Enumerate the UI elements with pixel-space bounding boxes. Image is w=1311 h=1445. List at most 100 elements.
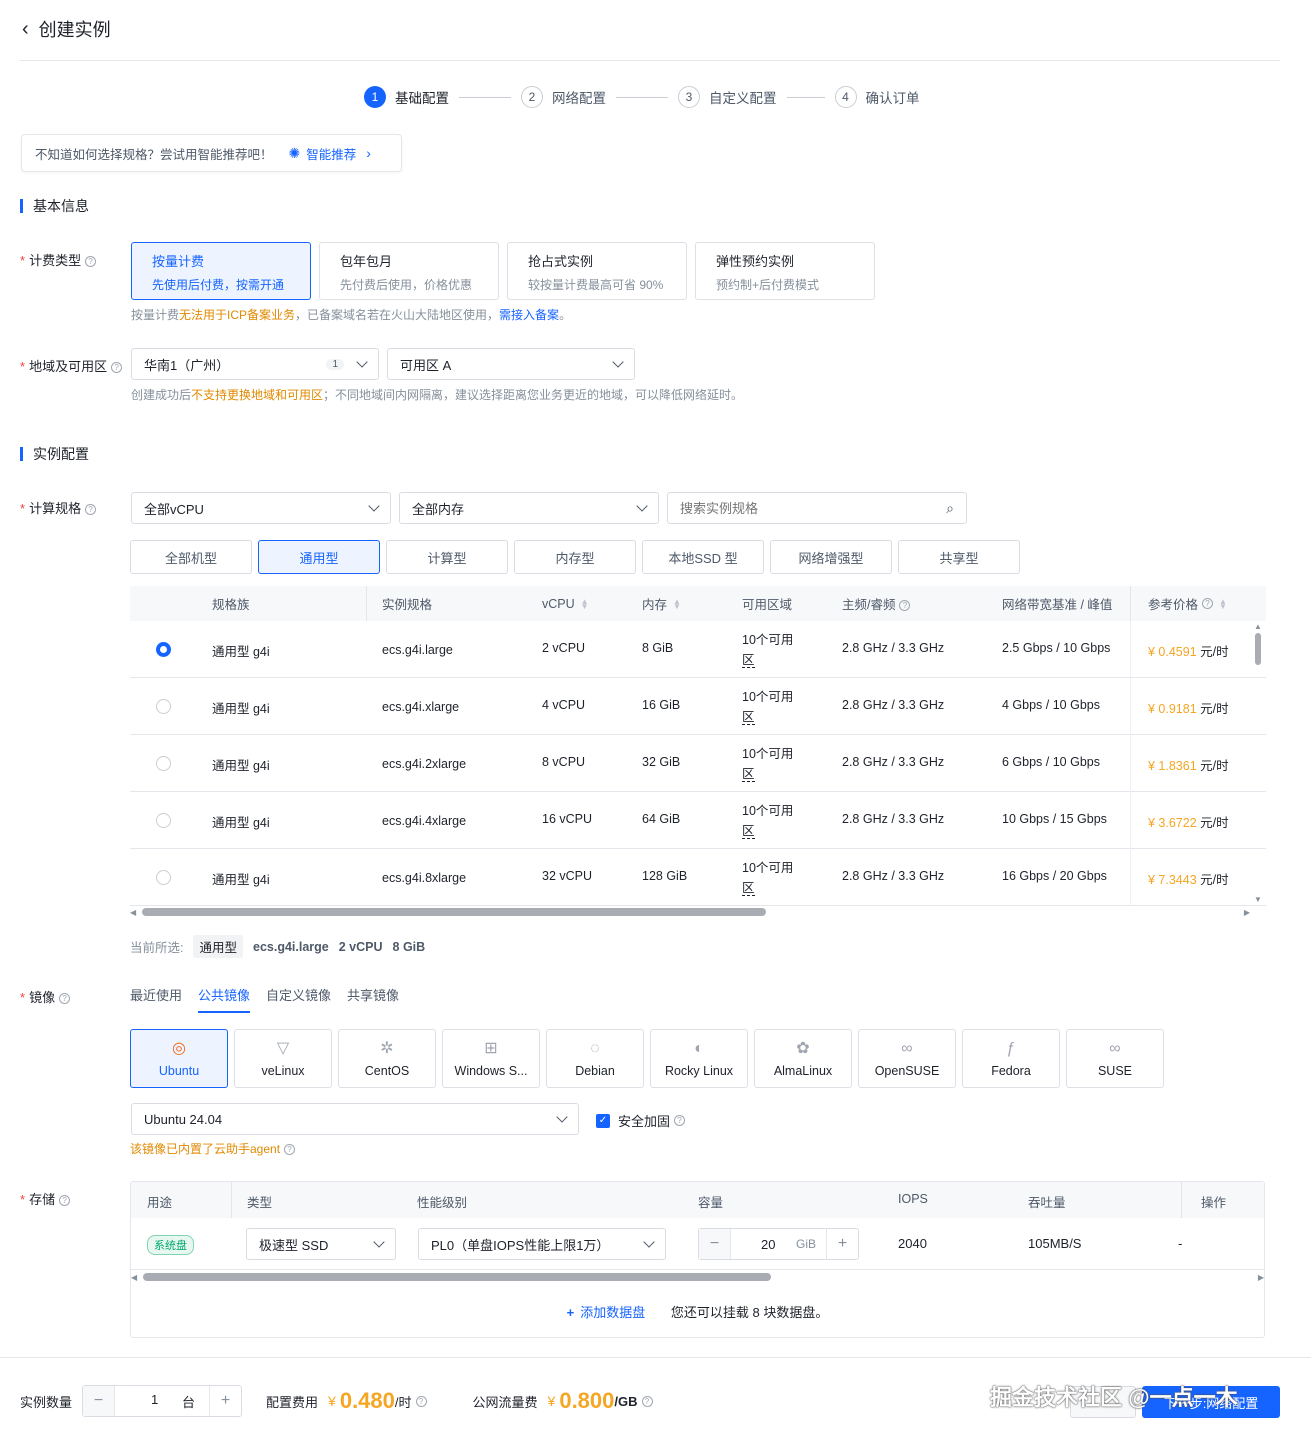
scroll-right-icon[interactable]: ▶ — [1244, 908, 1250, 917]
increase-button[interactable]: + — [826, 1229, 858, 1259]
tab-custom-images[interactable]: 自定义镜像 — [266, 985, 331, 1013]
add-icon[interactable]: + — [567, 1305, 575, 1320]
billing-option-spot[interactable]: 抢占式实例 较按量计费最高可省 90% — [507, 242, 687, 300]
page-header: ‹ 创建实例 — [22, 16, 111, 42]
os-option-ubuntu[interactable]: ◎ Ubuntu — [130, 1029, 228, 1088]
os-option-rocky-linux[interactable]: ◐ Rocky Linux — [650, 1029, 748, 1088]
column-header-sortable[interactable]: 参考价格? ▲ ▼ — [1148, 594, 1227, 613]
scroll-up-icon[interactable]: ▲ — [1252, 622, 1264, 631]
performance-level-select[interactable]: PL0（单盘IOPS性能上限1万） — [418, 1228, 666, 1260]
region-label-text: 地域及可用区 — [29, 359, 108, 374]
help-icon[interactable]: ? — [59, 993, 71, 1005]
scroll-track[interactable] — [142, 908, 1238, 916]
scroll-thumb[interactable] — [143, 1273, 772, 1281]
search-icon[interactable]: ⌕ — [946, 500, 954, 517]
zone-select[interactable]: 可用区 A — [387, 348, 635, 380]
scroll-thumb[interactable] — [142, 908, 767, 916]
chevron-right-icon[interactable]: › — [366, 145, 371, 161]
tab-network-enhanced[interactable]: 网络增强型 — [770, 540, 892, 574]
billing-option-pay-as-you-go[interactable]: 按量计费 先使用后付费，按需开通 — [131, 242, 311, 300]
spec-table-row[interactable]: 通用型 g4i ecs.g4i.8xlarge 32 vCPU 128 GiB 10个可… — [130, 849, 1266, 906]
spec-radio[interactable] — [156, 756, 171, 771]
spec-radio[interactable] — [156, 642, 171, 657]
spec-zones[interactable]: 10个可用区 — [742, 801, 793, 841]
tab-general-purpose[interactable]: 通用型 — [258, 540, 380, 574]
tab-shared-images[interactable]: 共享镜像 — [347, 985, 399, 1013]
os-option-almalinux[interactable]: ✿ AlmaLinux — [754, 1029, 852, 1088]
os-option-windows-s[interactable]: ⊞ Windows S... — [442, 1029, 540, 1088]
help-icon[interactable]: ? — [59, 1195, 71, 1207]
os-option-debian[interactable]: ◌ Debian — [546, 1029, 644, 1088]
help-icon[interactable]: ? — [1202, 598, 1214, 609]
scroll-thumb[interactable] — [1255, 633, 1261, 665]
instance-count-unit: 台 — [182, 1394, 196, 1410]
image-version-select[interactable]: Ubuntu 24.04 — [131, 1103, 579, 1135]
region-select[interactable]: 华南1（广州） 1 — [131, 348, 379, 380]
decrease-button[interactable]: − — [83, 1386, 116, 1416]
os-option-centos[interactable]: ✲ CentOS — [338, 1029, 436, 1088]
help-icon[interactable]: ? — [641, 1395, 653, 1407]
spec-search-field[interactable]: ⌕ — [667, 492, 967, 524]
spec-zones[interactable]: 10个可用区 — [742, 687, 793, 727]
help-icon[interactable]: ? — [85, 504, 97, 516]
spec-zones[interactable]: 10个可用区 — [742, 630, 793, 670]
spec-table-row[interactable]: 通用型 g4i ecs.g4i.4xlarge 16 vCPU 64 GiB 10个可用… — [130, 792, 1266, 849]
tab-memory-optimized[interactable]: 内存型 — [514, 540, 636, 574]
column-header-sortable[interactable]: 内存 ▲ ▼ — [642, 594, 681, 613]
column-header-sortable[interactable]: vCPU ▲ ▼ — [542, 597, 589, 611]
os-option-velinux[interactable]: ▽ veLinux — [234, 1029, 332, 1088]
sort-icon[interactable]: ▲ ▼ — [1219, 597, 1227, 610]
spec-radio[interactable] — [156, 699, 171, 714]
memory-filter-select[interactable]: 全部内存 — [399, 492, 659, 524]
spec-zones[interactable]: 10个可用区 — [742, 858, 793, 898]
tab-local-ssd[interactable]: 本地SSD 型 — [642, 540, 764, 574]
spec-table-row[interactable]: 通用型 g4i ecs.g4i.2xlarge 8 vCPU 32 GiB 10个可用区… — [130, 735, 1266, 792]
sort-icon[interactable]: ▲ ▼ — [581, 597, 589, 610]
spec-table-row[interactable]: 通用型 g4i ecs.g4i.xlarge 4 vCPU 16 GiB 10个可用区 2… — [130, 678, 1266, 735]
column-header: 类型 — [247, 1196, 273, 1210]
spec-table-vscroll[interactable]: ▲ ▼ — [1252, 622, 1264, 904]
help-icon[interactable]: ? — [85, 256, 97, 268]
tab-compute-optimized[interactable]: 计算型 — [386, 540, 508, 574]
vcpu-filter-select[interactable]: 全部vCPU — [131, 492, 391, 524]
instance-count-field[interactable]: 1台 — [115, 1392, 209, 1411]
sort-icon[interactable]: ▲ ▼ — [673, 597, 681, 610]
help-icon[interactable]: ? — [899, 600, 911, 612]
os-option-suse[interactable]: ∞ SUSE — [1066, 1029, 1164, 1088]
add-data-disk-button[interactable]: 添加数据盘 — [580, 1305, 645, 1320]
os-option-fedora[interactable]: ƒ Fedora — [962, 1029, 1060, 1088]
spec-radio[interactable] — [156, 870, 171, 885]
tab-shared[interactable]: 共享型 — [898, 540, 1020, 574]
security-checkbox[interactable]: ✓ — [596, 1113, 610, 1128]
help-icon[interactable]: ? — [415, 1395, 427, 1407]
scroll-down-icon[interactable]: ▼ — [1252, 895, 1264, 904]
scroll-left-icon[interactable]: ◀ — [131, 1273, 137, 1282]
help-icon[interactable]: ? — [111, 362, 123, 374]
spec-zones[interactable]: 10个可用区 — [742, 744, 793, 784]
back-button[interactable]: ‹ — [22, 18, 29, 41]
spec-table-hscroll[interactable]: ◀ ▶ — [130, 907, 1250, 917]
os-option-opensuse[interactable]: ∞ OpenSUSE — [858, 1029, 956, 1088]
spec-table-row[interactable]: 通用型 g4i ecs.g4i.large 2 vCPU 8 GiB 10个可用区 2.8… — [130, 621, 1266, 678]
tab-recent-images[interactable]: 最近使用 — [130, 985, 182, 1013]
storage-hscroll[interactable]: ◀ ▶ — [131, 1272, 1264, 1282]
smart-recommend-link[interactable]: 智能推荐 — [306, 144, 356, 163]
billing-option-reserved[interactable]: 弹性预约实例 预约制+后付费模式 — [695, 242, 875, 300]
column-header: 用途 — [147, 1196, 173, 1210]
decrease-button[interactable]: − — [699, 1229, 731, 1259]
increase-button[interactable]: + — [209, 1386, 241, 1416]
spec-zones-line2: 区 — [742, 767, 755, 782]
scroll-track[interactable] — [143, 1273, 1252, 1281]
spec-radio[interactable] — [156, 813, 171, 828]
icp-filing-link[interactable]: 需接入备案 — [499, 308, 559, 322]
disk-type-select[interactable]: 极速型 SSD — [246, 1228, 396, 1260]
capacity-field[interactable]: 20 GiB — [731, 1237, 826, 1252]
help-icon[interactable]: ? — [284, 1144, 296, 1156]
scroll-right-icon[interactable]: ▶ — [1258, 1273, 1264, 1282]
help-icon[interactable]: ? — [674, 1115, 686, 1126]
spec-search-input[interactable] — [680, 500, 920, 516]
billing-option-subscription[interactable]: 包年包月 先付费后使用，价格优惠 — [319, 242, 499, 300]
tab-public-images[interactable]: 公共镜像 — [198, 985, 251, 1013]
tab-all-families[interactable]: 全部机型 — [130, 540, 252, 574]
scroll-left-icon[interactable]: ◀ — [130, 908, 136, 917]
